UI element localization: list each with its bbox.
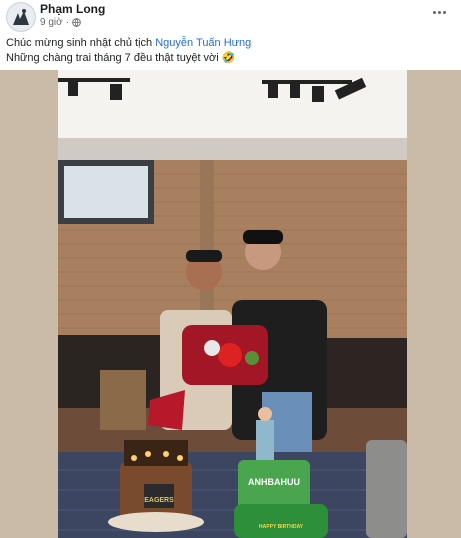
post-line-2: Những chàng trai tháng 7 đều thật tuyệt … [6,52,236,64]
right-cake-label: ANHBAHUU [248,477,300,487]
post-line-1: Chúc mừng sinh nhật chủ tịch Nguyễn Tuấn… [6,36,251,51]
post-photo[interactable]: EAGERS ANHBAHUU HAPPY BIRTHDAY [0,70,461,538]
globe-icon [72,18,81,27]
author-name[interactable]: Phạm Long [40,2,105,16]
post-time[interactable]: 9 giờ [40,17,63,28]
post-line-1-text: Chúc mừng sinh nhật chủ tịch [6,37,156,49]
facebook-post: Phạm Long 9 giờ · Chúc mừng sinh nhật ch… [0,0,461,538]
author-avatar[interactable] [6,2,36,32]
tagged-person-link[interactable]: Nguyễn Tuấn Hưng [155,37,251,49]
post-meta: 9 giờ · [40,17,81,28]
meta-separator: · [65,17,70,28]
left-cake-label: EAGERS [144,497,174,504]
post-text: Chúc mừng sinh nhật chủ tịch Nguyễn Tuấn… [6,36,251,66]
right-cake-bottom-label: HAPPY BIRTHDAY [259,524,304,530]
more-options-icon[interactable] [427,4,451,20]
